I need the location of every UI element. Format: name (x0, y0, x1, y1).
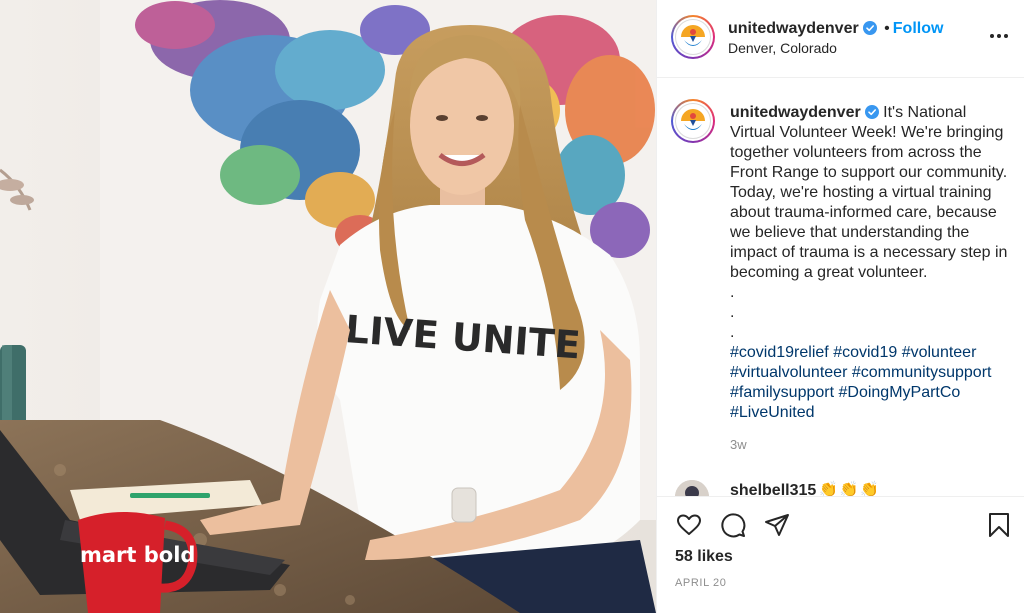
caption-dot: . (730, 284, 735, 301)
post-actions: 58 likes APRIL 20 (657, 496, 1024, 613)
caption-author-avatar[interactable] (671, 99, 715, 143)
caption-dot: . (730, 324, 735, 341)
paper-plane-icon[interactable] (764, 512, 790, 538)
hashtag-link[interactable]: #covid19 (833, 344, 897, 361)
caption-text: It's National Virtual Volunteer Week! We… (730, 104, 1008, 281)
caption-username[interactable]: unitedwaydenver (730, 104, 861, 121)
bookmark-icon[interactable] (986, 512, 1012, 538)
commenter-avatar[interactable] (675, 480, 709, 496)
post-side-panel: unitedwaydenver • Follow Denver, Colorado… (656, 0, 1024, 613)
verified-badge-icon (864, 105, 879, 119)
united-way-logo-icon (677, 105, 709, 137)
caption-dot: . (730, 304, 735, 321)
hashtag-link[interactable]: #familysupport (730, 384, 834, 401)
separator-dot: • (884, 20, 890, 37)
heart-icon[interactable] (676, 512, 702, 538)
united-way-logo-icon (677, 21, 709, 53)
caption-timestamp[interactable]: 3w (730, 437, 747, 452)
author-avatar[interactable] (671, 15, 715, 59)
comment-text: 👏👏👏 (819, 481, 882, 496)
verified-badge-icon (862, 21, 877, 35)
hashtag-link[interactable]: #DoingMyPartCo (839, 384, 961, 401)
hashtag-list: #covid19relief #covid19 #volunteer #virt… (730, 343, 1015, 423)
hashtag-link[interactable]: #virtualvolunteer (730, 364, 847, 381)
author-username[interactable]: unitedwaydenver (728, 20, 859, 37)
hashtag-link[interactable]: #LiveUnited (730, 404, 815, 421)
post-caption: unitedwaydenver It's National Virtual Vo… (730, 103, 1015, 423)
hashtag-link[interactable]: #volunteer (902, 344, 977, 361)
mug-print-text: mart bold (80, 543, 195, 567)
commenter-photo (675, 480, 709, 496)
commenter-username[interactable]: shelbell315 (730, 482, 816, 496)
post-header: unitedwaydenver • Follow Denver, Colorado (657, 0, 1024, 78)
post-photo-illustration: LIVE UNITE mart bold (0, 0, 656, 613)
post-location[interactable]: Denver, Colorado (728, 40, 837, 56)
caption-area: unitedwaydenver It's National Virtual Vo… (657, 79, 1024, 482)
post-date[interactable]: APRIL 20 (675, 577, 726, 589)
author-line: unitedwaydenver • Follow (728, 20, 943, 38)
post-image[interactable]: LIVE UNITE mart bold (0, 0, 656, 613)
hashtag-link[interactable]: #covid19relief (730, 344, 829, 361)
likes-count[interactable]: 58 likes (675, 548, 733, 566)
follow-button[interactable]: Follow (893, 20, 944, 37)
comment-bubble-icon[interactable] (720, 512, 746, 538)
hashtag-link[interactable]: #communitysupport (852, 364, 992, 381)
comment-item: shelbell315 👏👏👏 (657, 474, 1024, 496)
more-options-icon[interactable] (989, 26, 1009, 46)
